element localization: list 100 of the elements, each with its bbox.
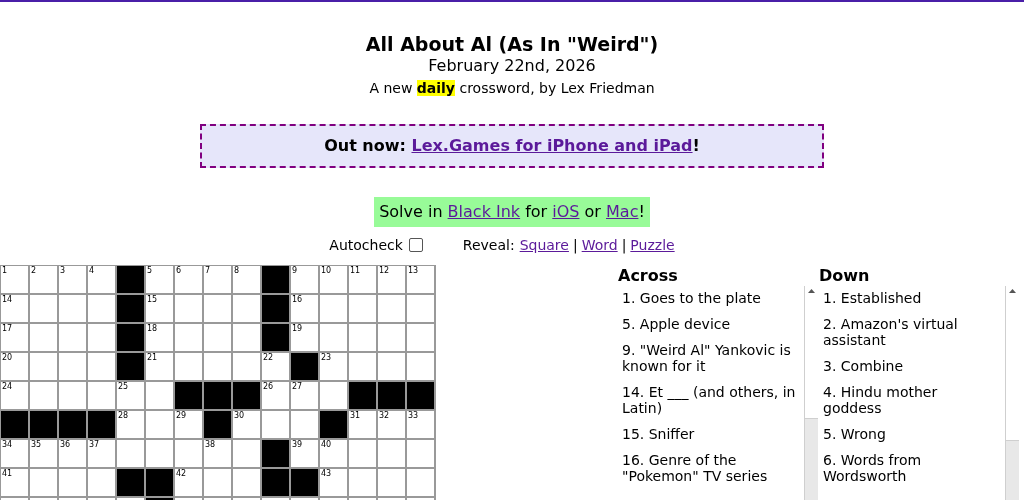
clue[interactable]: 1. Goes to the plate <box>622 290 800 306</box>
grid-square[interactable] <box>349 469 376 496</box>
grid-square[interactable] <box>59 353 86 380</box>
grid-square[interactable]: 17 <box>1 324 28 351</box>
grid-square[interactable] <box>378 295 405 322</box>
grid-square[interactable] <box>378 353 405 380</box>
clue[interactable]: 5. Apple device <box>622 316 800 332</box>
grid-square[interactable]: 23 <box>320 353 347 380</box>
grid-square[interactable]: 39 <box>291 440 318 467</box>
grid-square[interactable] <box>175 353 202 380</box>
clue[interactable]: 16. Genre of the "Pokemon" TV series <box>622 452 800 484</box>
clue[interactable]: 2. Amazon's virtual assistant <box>823 316 993 348</box>
grid-square[interactable] <box>88 469 115 496</box>
grid-square[interactable] <box>146 411 173 438</box>
autocheck-checkbox[interactable] <box>408 238 423 252</box>
grid-square[interactable]: 40 <box>320 440 347 467</box>
grid-square[interactable] <box>204 295 231 322</box>
grid-square[interactable] <box>175 440 202 467</box>
grid-square[interactable]: 24 <box>1 382 28 409</box>
grid-square[interactable] <box>320 382 347 409</box>
link[interactable]: Puzzle <box>630 236 675 254</box>
grid-square[interactable] <box>349 353 376 380</box>
grid-square[interactable]: 14 <box>1 295 28 322</box>
grid-square[interactable] <box>30 382 57 409</box>
grid-square[interactable]: 27 <box>291 382 318 409</box>
grid-square[interactable] <box>88 382 115 409</box>
grid-square[interactable] <box>233 440 260 467</box>
grid-square[interactable]: 11 <box>349 266 376 293</box>
grid-square[interactable]: 22 <box>262 353 289 380</box>
link[interactable]: Square <box>519 236 569 254</box>
grid-square[interactable] <box>349 440 376 467</box>
clue[interactable]: 14. Et ___ (and others, in Latin) <box>622 384 800 416</box>
grid-square[interactable] <box>320 324 347 351</box>
grid-square[interactable] <box>204 469 231 496</box>
grid-square[interactable] <box>233 324 260 351</box>
grid-square[interactable]: 20 <box>1 353 28 380</box>
grid-square[interactable]: 8 <box>233 266 260 293</box>
grid-square[interactable]: 10 <box>320 266 347 293</box>
grid-square[interactable] <box>59 324 86 351</box>
grid-square[interactable] <box>88 295 115 322</box>
grid-square[interactable] <box>407 469 434 496</box>
grid-square[interactable]: 38 <box>204 440 231 467</box>
link[interactable]: Word <box>581 236 618 254</box>
grid-square[interactable]: 7 <box>204 266 231 293</box>
clue[interactable]: 6. Words from Wordsworth <box>823 452 993 484</box>
grid-square[interactable]: 2 <box>30 266 57 293</box>
clue[interactable]: 1. Established <box>823 290 993 306</box>
grid-square[interactable] <box>30 469 57 496</box>
grid-square[interactable] <box>204 353 231 380</box>
grid-square[interactable] <box>378 440 405 467</box>
grid-square[interactable] <box>378 469 405 496</box>
grid-square[interactable] <box>349 295 376 322</box>
link[interactable]: Mac <box>606 200 639 224</box>
grid-square[interactable] <box>88 353 115 380</box>
grid-square[interactable]: 29 <box>175 411 202 438</box>
grid-square[interactable]: 6 <box>175 266 202 293</box>
grid-square[interactable] <box>146 440 173 467</box>
grid-square[interactable]: 19 <box>291 324 318 351</box>
grid-square[interactable]: 43 <box>320 469 347 496</box>
grid-square[interactable] <box>117 440 144 467</box>
grid-square[interactable]: 33 <box>407 411 434 438</box>
grid-square[interactable] <box>320 295 347 322</box>
link[interactable]: Black Ink <box>447 200 521 224</box>
grid-square[interactable] <box>146 382 173 409</box>
grid-square[interactable] <box>30 295 57 322</box>
grid-square[interactable] <box>175 295 202 322</box>
clue[interactable]: 9. "Weird Al" Yankovic is known for it <box>622 342 800 374</box>
grid-square[interactable] <box>262 411 289 438</box>
grid-square[interactable]: 16 <box>291 295 318 322</box>
grid-square[interactable] <box>233 469 260 496</box>
grid-square[interactable]: 13 <box>407 266 434 293</box>
grid-square[interactable] <box>233 295 260 322</box>
grid-square[interactable]: 37 <box>88 440 115 467</box>
grid-square[interactable]: 42 <box>175 469 202 496</box>
grid-square[interactable] <box>349 324 376 351</box>
grid-square[interactable]: 41 <box>1 469 28 496</box>
grid-square[interactable]: 18 <box>146 324 173 351</box>
scroll-up-icon[interactable] <box>1009 289 1016 293</box>
clue[interactable]: 5. Wrong <box>823 426 993 442</box>
grid-square[interactable]: 12 <box>378 266 405 293</box>
grid-square[interactable]: 25 <box>117 382 144 409</box>
grid-square[interactable]: 32 <box>378 411 405 438</box>
grid-square[interactable]: 3 <box>59 266 86 293</box>
grid-square[interactable] <box>378 324 405 351</box>
grid-square[interactable] <box>407 324 434 351</box>
clue[interactable]: 4. Hindu mother goddess <box>823 384 993 416</box>
grid-square[interactable]: 5 <box>146 266 173 293</box>
clue[interactable]: 3. Combine <box>823 358 993 374</box>
grid-square[interactable]: 36 <box>59 440 86 467</box>
grid-square[interactable]: 28 <box>117 411 144 438</box>
grid-square[interactable] <box>204 324 231 351</box>
scroll-up-icon[interactable] <box>808 289 815 293</box>
grid-square[interactable]: 15 <box>146 295 173 322</box>
grid-square[interactable]: 4 <box>88 266 115 293</box>
grid-square[interactable]: 1 <box>1 266 28 293</box>
grid-square[interactable] <box>407 440 434 467</box>
grid-square[interactable] <box>407 353 434 380</box>
grid-square[interactable]: 35 <box>30 440 57 467</box>
link[interactable]: iOS <box>552 200 580 224</box>
promo-link[interactable]: Lex.Games for iPhone and iPad <box>411 136 693 155</box>
